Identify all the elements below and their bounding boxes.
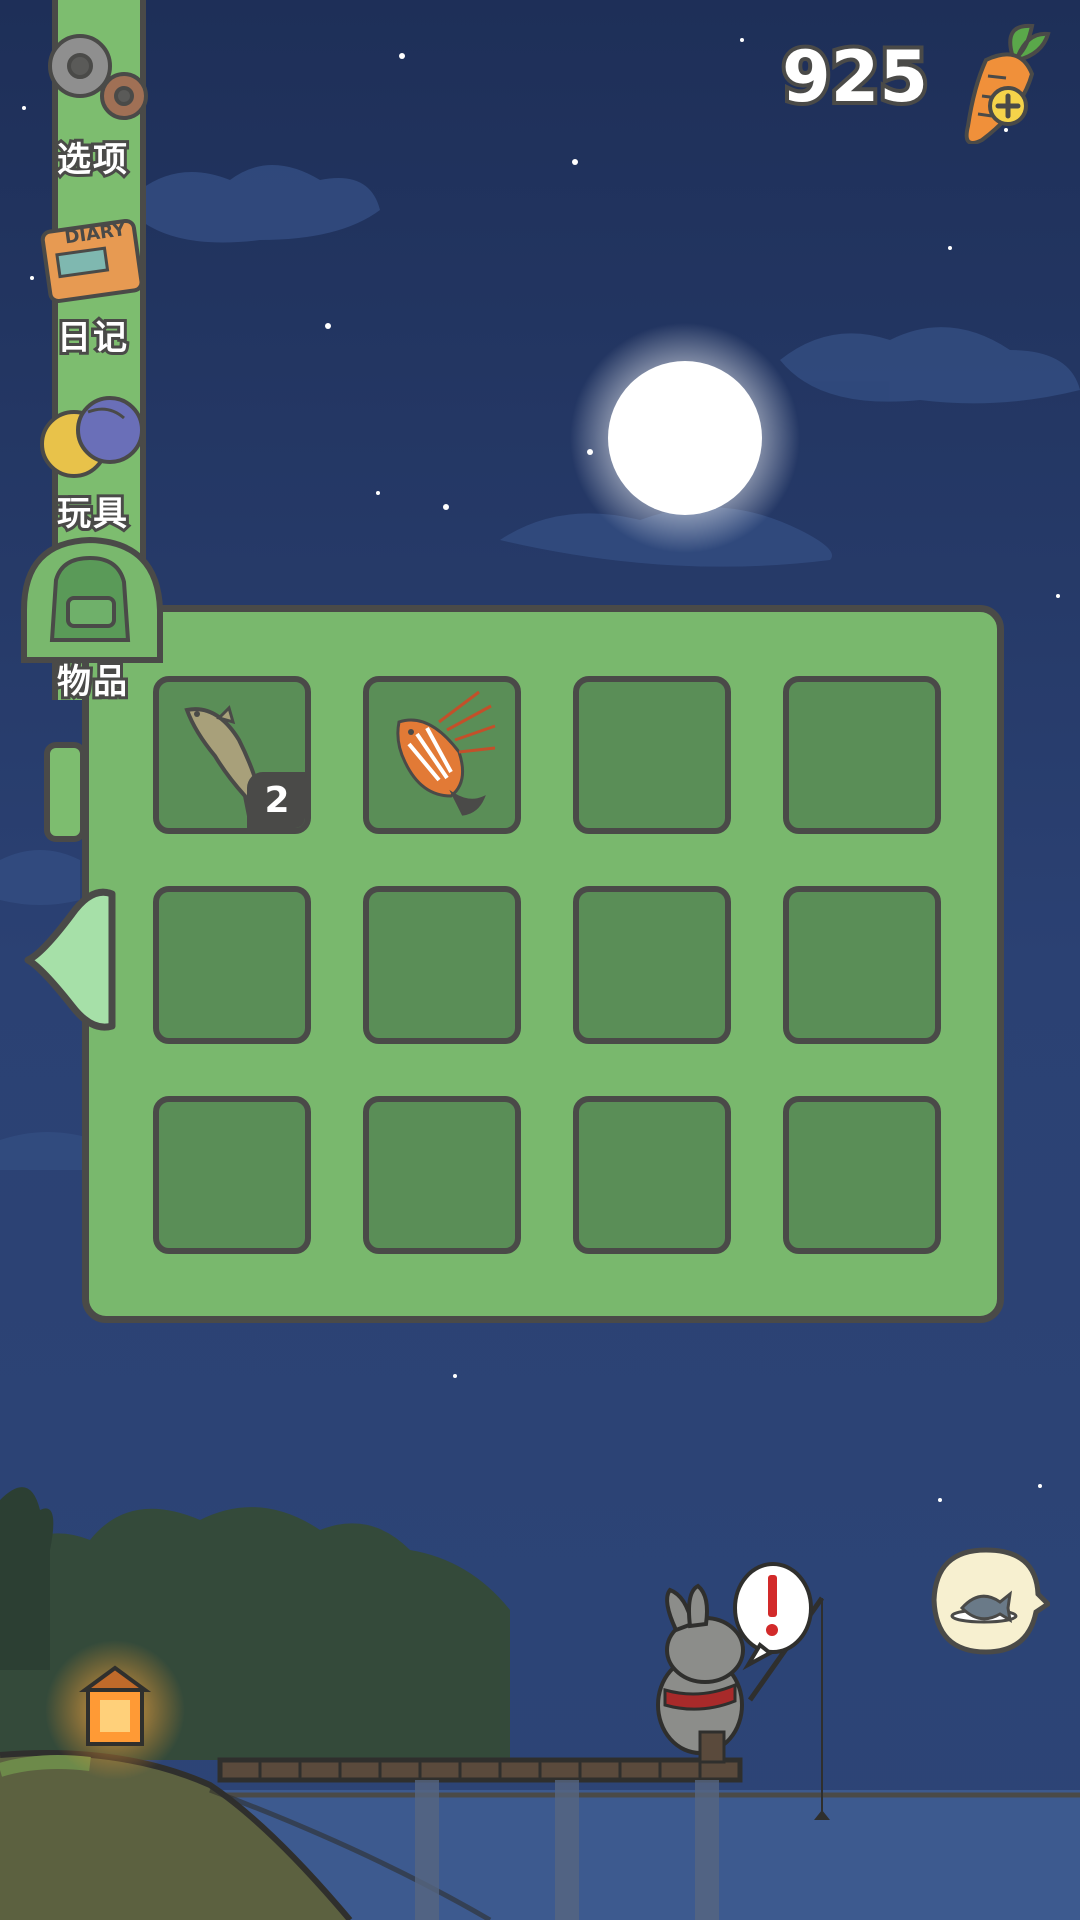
previous-page-arrow-icon[interactable]: [22, 880, 122, 1040]
fish-plate-icon[interactable]: [928, 1546, 1050, 1656]
inventory-slot-empty[interactable]: [783, 676, 941, 834]
sidebar-item-items[interactable]: 物品: [21, 536, 163, 705]
inventory-slot[interactable]: 2: [153, 676, 311, 834]
inventory-slot-empty[interactable]: [363, 1096, 521, 1254]
item-count-badge: 2: [247, 772, 305, 828]
diary-icon: DIARY: [40, 218, 144, 304]
inventory-slot-empty[interactable]: [783, 1096, 941, 1254]
toy-balls-icon: [40, 396, 144, 478]
backpack-icon: [21, 536, 163, 663]
inventory-slot[interactable]: [363, 676, 521, 834]
sidebar-item-toys[interactable]: 玩具: [28, 372, 158, 537]
inventory-slot-empty[interactable]: [783, 886, 941, 1044]
sidebar-item-label: 玩具: [54, 491, 130, 537]
sidebar-item-label: 日记: [54, 315, 130, 361]
sidebar-item-diary[interactable]: DIARY 日记: [28, 196, 158, 361]
inventory-slot-empty[interactable]: [363, 886, 521, 1044]
inventory-panel: 2: [82, 605, 1004, 1323]
sidebar-tab-stub: [44, 742, 86, 842]
gears-icon: [48, 34, 148, 120]
inventory-slot-empty[interactable]: [573, 1096, 731, 1254]
sidebar-item-label: 选项: [54, 137, 130, 183]
inventory-slot-empty[interactable]: [573, 676, 731, 834]
lionfish-icon: [396, 690, 496, 816]
inventory-slot-empty[interactable]: [573, 886, 731, 1044]
inventory-slot-empty[interactable]: [153, 1096, 311, 1254]
carrot-plus-icon[interactable]: [952, 14, 1064, 144]
carrot-count: 925: [778, 32, 932, 122]
inventory-grid: 2: [153, 676, 941, 1254]
inventory-slot-empty[interactable]: [153, 886, 311, 1044]
sidebar-item-options[interactable]: 选项: [28, 18, 158, 183]
